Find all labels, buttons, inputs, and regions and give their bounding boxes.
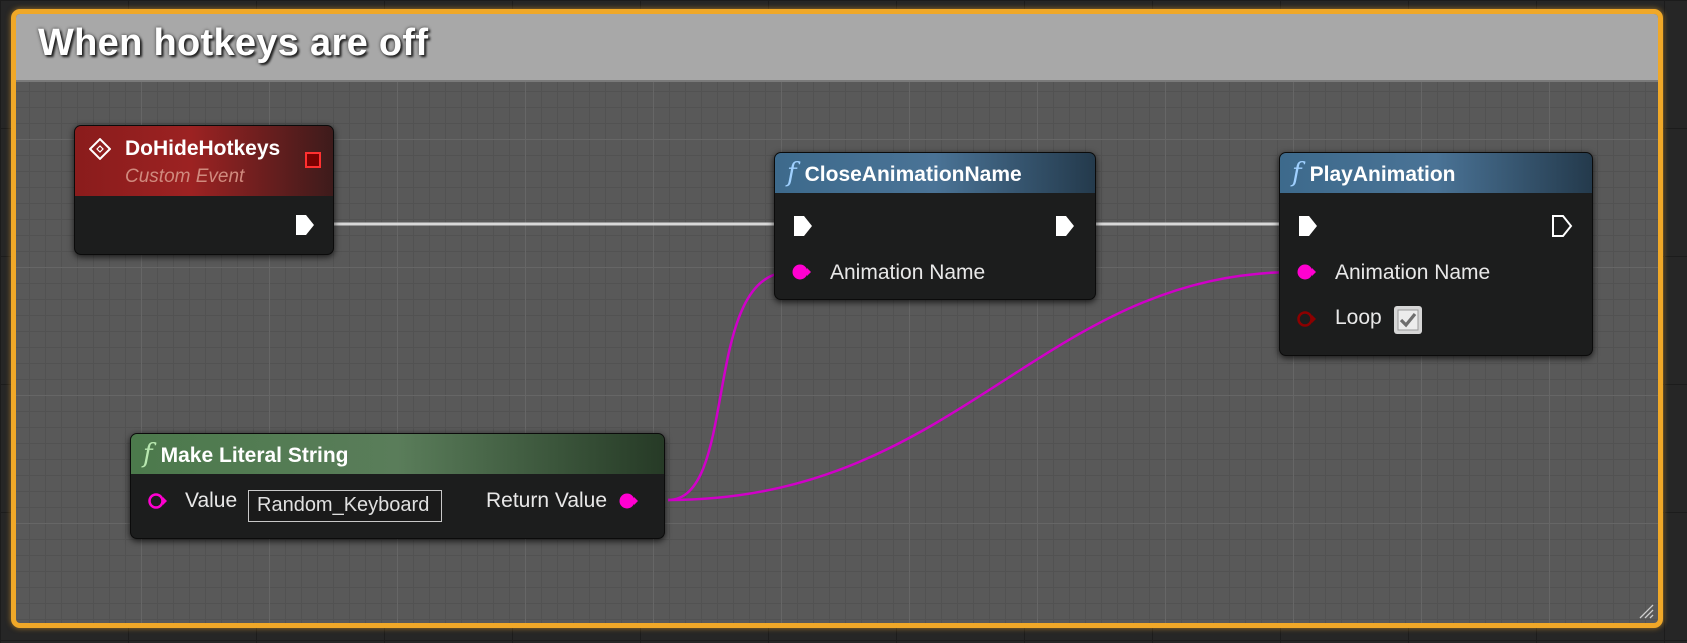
close-pin-animation-name-label: Animation Name — [830, 261, 986, 284]
string-in-pin-unconnected-icon[interactable] — [147, 491, 167, 511]
event-node-subtitle: Custom Event — [125, 166, 245, 187]
event-diamond-icon — [89, 138, 111, 160]
function-f-icon: f — [1292, 158, 1302, 188]
exec-out-pin-icon[interactable] — [1053, 214, 1077, 238]
function-f-icon: f — [143, 439, 153, 469]
loop-checkbox[interactable] — [1394, 306, 1422, 334]
string-in-pin-icon[interactable] — [1296, 262, 1316, 282]
literal-value-input[interactable]: Random_Keyboard — [248, 490, 442, 522]
bool-in-pin-icon[interactable] — [1296, 309, 1316, 329]
literal-pin-value-label: Value — [185, 489, 238, 512]
play-node-title: PlayAnimation — [1309, 163, 1456, 186]
literal-node-title: Make Literal String — [160, 444, 349, 467]
exec-in-pin-icon[interactable] — [791, 214, 815, 238]
close-node-title: CloseAnimationName — [804, 163, 1022, 186]
play-pin-loop-label: Loop — [1335, 306, 1382, 329]
string-out-pin-icon[interactable] — [618, 491, 638, 511]
string-wire-to-close-anim[interactable] — [667, 270, 791, 502]
exec-out-pin-unconnected-icon[interactable] — [1550, 214, 1574, 238]
function-node-closeanimationname[interactable]: f CloseAnimationName Animation Name — [774, 152, 1096, 300]
event-node-dohidehotkeys[interactable]: DoHideHotkeys Custom Event — [74, 125, 334, 255]
function-node-playanimation[interactable]: f PlayAnimation Animation Name Loop — [1279, 152, 1593, 356]
play-node-header[interactable]: f PlayAnimation — [1280, 153, 1592, 193]
play-pin-animation-name-label: Animation Name — [1335, 261, 1491, 284]
close-node-header[interactable]: f CloseAnimationName — [775, 153, 1095, 193]
event-node-header[interactable]: DoHideHotkeys Custom Event — [75, 126, 333, 196]
literal-node-header[interactable]: f Make Literal String — [131, 434, 664, 474]
pure-node-make-literal-string[interactable]: f Make Literal String Value Random_Keyboa… — [130, 433, 665, 539]
function-f-icon: f — [787, 158, 797, 188]
literal-pin-return-value-label: Return Value — [486, 489, 608, 512]
event-node-title: DoHideHotkeys — [125, 137, 281, 160]
exec-out-pin-icon[interactable] — [293, 213, 317, 237]
string-in-pin-icon[interactable] — [791, 262, 811, 282]
exec-in-pin-icon[interactable] — [1296, 214, 1320, 238]
checkmark-icon — [1397, 309, 1419, 331]
string-wire-to-play-anim[interactable] — [667, 270, 1297, 502]
event-delegate-pin-icon[interactable] — [305, 152, 321, 168]
